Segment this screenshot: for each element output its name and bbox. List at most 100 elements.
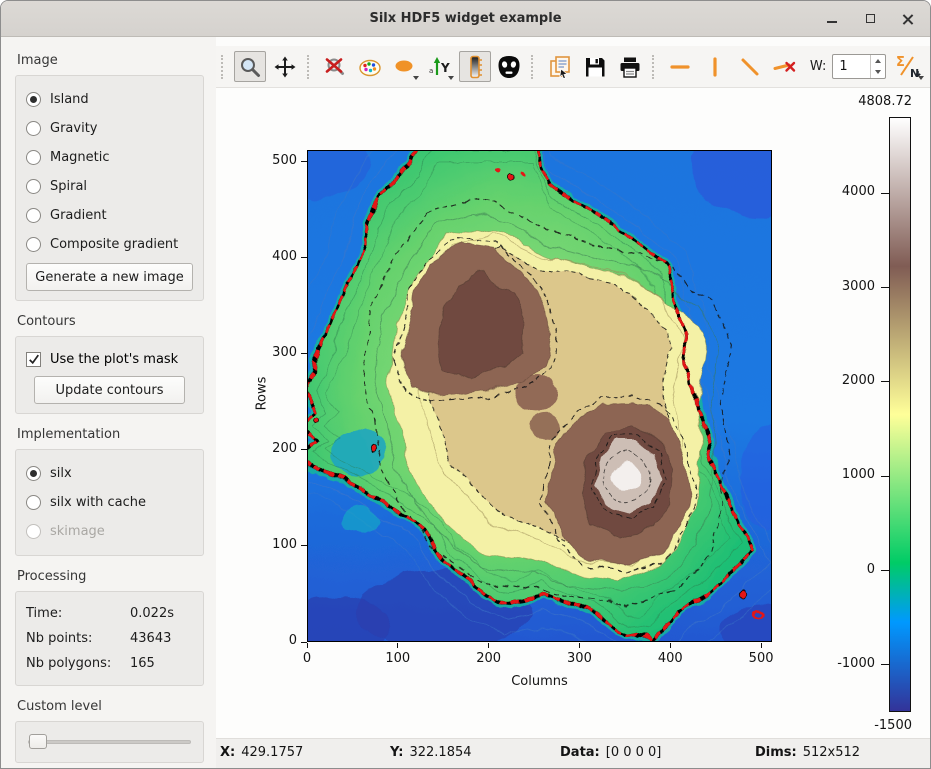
- colorbar-tick-label: 2000: [827, 373, 875, 388]
- toolbar-separator: [652, 55, 659, 79]
- radio-label: Composite gradient: [50, 237, 178, 252]
- colorbar[interactable]: [889, 117, 911, 712]
- orange-ellipse-icon: [393, 55, 417, 79]
- mask-shape-button[interactable]: [389, 51, 421, 82]
- processing-row-points: Nb points: 43643: [26, 626, 193, 651]
- status-dims-value: 512x512: [803, 745, 860, 760]
- colorbar-tick-label: 0: [827, 562, 875, 577]
- titlebar[interactable]: Silx HDF5 widget example: [1, 1, 930, 37]
- radio-gradient[interactable]: Gradient: [26, 201, 193, 230]
- radio-icon: [26, 466, 41, 481]
- printer-icon: [617, 55, 643, 79]
- custom-level-group-label: Custom level: [17, 699, 204, 714]
- colorbar-tick-mark: [881, 287, 889, 288]
- radio-icon: [26, 150, 41, 165]
- processing-group-label: Processing: [17, 569, 204, 584]
- status-x: X: 429.1757: [220, 745, 303, 760]
- contour-map: [308, 151, 771, 641]
- status-x-label: X:: [220, 745, 235, 760]
- radio-magnetic[interactable]: Magnetic: [26, 143, 193, 172]
- y-tick-mark: [301, 161, 307, 162]
- spin-up-button[interactable]: [871, 55, 885, 67]
- y-up-arrow-icon: a Y: [427, 55, 453, 79]
- processing-value: 165: [130, 656, 193, 671]
- reset-zoom-button[interactable]: [319, 51, 351, 82]
- maximize-button[interactable]: [862, 11, 878, 27]
- custom-level-slider[interactable]: [26, 733, 193, 751]
- palette-icon: [357, 55, 383, 79]
- profile-mode-button[interactable]: Σ N: [889, 51, 926, 82]
- radio-icon: [26, 237, 41, 252]
- v-line-icon: [703, 55, 727, 79]
- zoom-mode-button[interactable]: [234, 51, 266, 82]
- minimize-button[interactable]: [824, 11, 840, 27]
- y-axis-orientation-button[interactable]: a Y: [424, 51, 456, 82]
- print-button[interactable]: [614, 51, 646, 82]
- close-button[interactable]: [900, 11, 916, 27]
- status-y-label: Y:: [390, 745, 403, 760]
- x-tick-mark: [670, 643, 671, 648]
- y-tick-label: 300: [259, 345, 297, 360]
- slider-groove: [28, 740, 191, 744]
- x-tick-mark: [761, 643, 762, 648]
- mask-tools-button[interactable]: [494, 51, 526, 82]
- dropdown-arrow-icon: [448, 76, 454, 80]
- radio-gravity[interactable]: Gravity: [26, 114, 193, 143]
- radio-island[interactable]: Island: [26, 85, 193, 114]
- use-mask-checkbox[interactable]: Use the plot's mask: [26, 346, 193, 372]
- y-tick-label: 400: [259, 249, 297, 264]
- radio-spiral[interactable]: Spiral: [26, 172, 193, 201]
- pan-mode-button[interactable]: [269, 51, 301, 82]
- diag-line-icon: [738, 55, 762, 79]
- y-tick-mark: [301, 257, 307, 258]
- x-tick-label: 0: [285, 651, 329, 666]
- radio-icon: [26, 179, 41, 194]
- status-data: Data:[0 0 0 0]: [560, 745, 661, 760]
- copy-snapshot-button[interactable]: [544, 51, 576, 82]
- radio-label: silx: [50, 466, 72, 481]
- maximize-icon: [866, 14, 875, 23]
- colormap-button[interactable]: [354, 51, 386, 82]
- plot-area: Columns Rows 4808.72 -1500 0100200300400…: [216, 88, 930, 738]
- horizontal-profile-button[interactable]: [665, 51, 697, 82]
- profile-width-spinbox[interactable]: 1: [832, 54, 886, 79]
- clear-profile-button[interactable]: [769, 51, 801, 82]
- radio-silx[interactable]: silx: [26, 459, 193, 488]
- h-line-icon: [668, 55, 692, 79]
- radio-label: skimage: [50, 524, 105, 539]
- spin-up-icon: [875, 59, 881, 63]
- generate-image-button[interactable]: Generate a new image: [26, 263, 193, 291]
- line-profile-button[interactable]: [734, 51, 766, 82]
- x-tick-mark: [579, 643, 580, 648]
- update-contours-button[interactable]: Update contours: [34, 376, 184, 404]
- radio-label: silx with cache: [50, 495, 146, 510]
- status-x-value: 429.1757: [241, 745, 303, 760]
- x-tick-label: 100: [376, 651, 420, 666]
- copy-icon: [547, 54, 573, 80]
- vertical-profile-button[interactable]: [699, 51, 731, 82]
- svg-text:a: a: [429, 67, 433, 75]
- colorbar-toggle-button[interactable]: [459, 51, 491, 82]
- radio-icon: [26, 495, 41, 510]
- x-tick-label: 300: [557, 651, 601, 666]
- contours-group: Use the plot's mask Update contours: [15, 336, 204, 414]
- spin-down-button[interactable]: [871, 67, 885, 79]
- processing-group: Time: 0.022s Nb points: 43643 Nb polygon…: [15, 591, 204, 686]
- save-button[interactable]: [579, 51, 611, 82]
- toolbar-handle: [221, 55, 228, 79]
- status-data-label: Data:: [560, 745, 600, 760]
- close-icon: [902, 13, 914, 25]
- minimize-icon: [827, 21, 837, 23]
- colorbar-tick-mark: [881, 193, 889, 194]
- slider-handle[interactable]: [29, 734, 47, 749]
- floppy-icon: [583, 55, 607, 79]
- plot-canvas[interactable]: [307, 150, 772, 642]
- colorbar-tick-mark: [881, 570, 889, 571]
- radio-icon: [26, 121, 41, 136]
- radio-composite-gradient[interactable]: Composite gradient: [26, 230, 193, 259]
- status-y-value: 322.1854: [409, 745, 471, 760]
- window-title: Silx HDF5 widget example: [1, 11, 930, 26]
- y-tick-mark: [301, 449, 307, 450]
- line-red-x-icon: [772, 55, 798, 79]
- radio-silx-with-cache[interactable]: silx with cache: [26, 488, 193, 517]
